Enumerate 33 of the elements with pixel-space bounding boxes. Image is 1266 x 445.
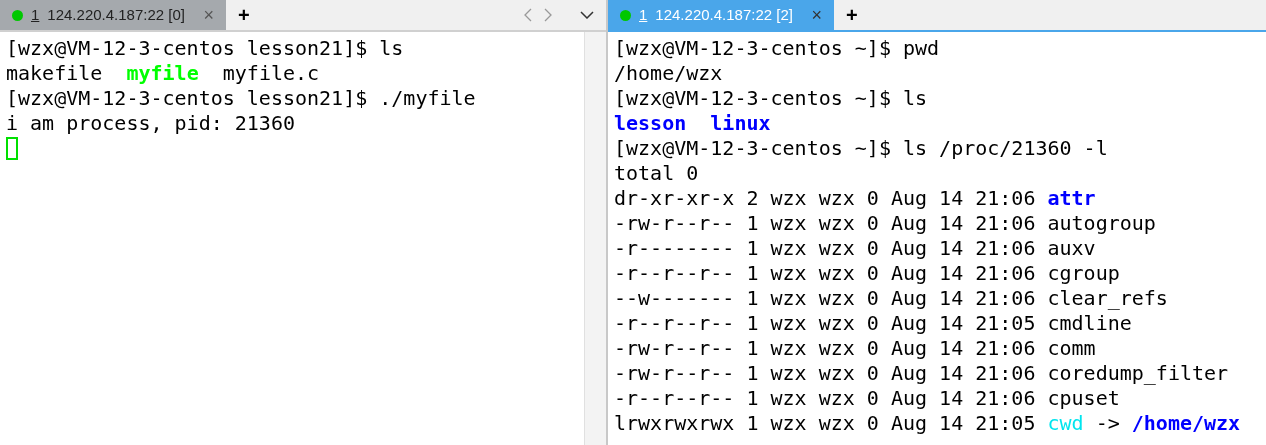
terminal-line: [wzx@VM-12-3-centos ~]$ ls — [614, 86, 928, 111]
terminal-line: [wzx@VM-12-3-centos lesson21]$ ./myfile — [6, 86, 476, 111]
terminal-line: -rw-r--r-- 1 wzx wzx 0 Aug 14 21:06 comm — [614, 336, 1096, 361]
terminal-line: i am process, pid: 21360 — [6, 111, 295, 136]
terminal-line: -r--r--r-- 1 wzx wzx 0 Aug 14 21:05 cmdline — [614, 311, 1132, 336]
chevron-right-icon[interactable] — [544, 8, 552, 22]
tab-close-button[interactable]: × — [811, 6, 822, 24]
tab-number: 1 — [639, 4, 648, 25]
chevron-down-icon[interactable] — [580, 11, 594, 19]
terminal-line: [wzx@VM-12-3-centos ~]$ pwd — [614, 36, 940, 61]
new-tab-button[interactable]: + — [834, 0, 870, 30]
terminal-line: lesson linux — [614, 111, 771, 136]
session-tab[interactable]: 1 124.220.4.187:22 [0] × — [0, 0, 226, 30]
terminal-line: -r-------- 1 wzx wzx 0 Aug 14 21:06 auxv — [614, 236, 1096, 261]
terminal-line: makefile myfile myfile.c — [6, 61, 320, 86]
scrollbar-track[interactable] — [584, 32, 606, 445]
tab-number: 1 — [31, 4, 40, 25]
terminal-line: /home/wzx — [614, 61, 723, 86]
terminal-line: -rw-r--r-- 1 wzx wzx 0 Aug 14 21:06 autogroup — [614, 211, 1156, 236]
terminal-line: -r--r--r-- 1 wzx wzx 0 Aug 14 21:06 cgroup — [614, 261, 1120, 286]
tab-title: 124.220.4.187:22 [0] — [47, 4, 186, 25]
new-tab-button[interactable]: + — [226, 0, 262, 30]
terminal-line: total 0 — [614, 161, 699, 186]
tab-title: 124.220.4.187:22 [2] — [655, 4, 794, 25]
terminal-line: [wzx@VM-12-3-centos ~]$ ls /proc/21360 -l — [614, 136, 1108, 161]
terminal-line: --w------- 1 wzx wzx 0 Aug 14 21:06 clear_refs — [614, 286, 1168, 311]
terminal-line: lrwxrwxrwx 1 wzx wzx 0 Aug 14 21:05 cwd -> /home/wzx — [614, 411, 1241, 436]
terminal-line: -rw-r--r-- 1 wzx wzx 0 Aug 14 21:06 coredump_filter — [614, 361, 1229, 386]
terminal-line: dr-xr-xr-x 2 wzx wzx 0 Aug 14 21:06 attr — [614, 186, 1096, 211]
session-tab[interactable]: 1 124.220.4.187:22 [2] × — [608, 0, 834, 30]
terminal-line: [wzx@VM-12-3-centos lesson21]$ ls — [6, 36, 404, 61]
terminal-line: -r--r--r-- 1 wzx wzx 0 Aug 14 21:06 cpuset — [614, 386, 1120, 411]
chevron-left-icon[interactable] — [524, 8, 532, 22]
